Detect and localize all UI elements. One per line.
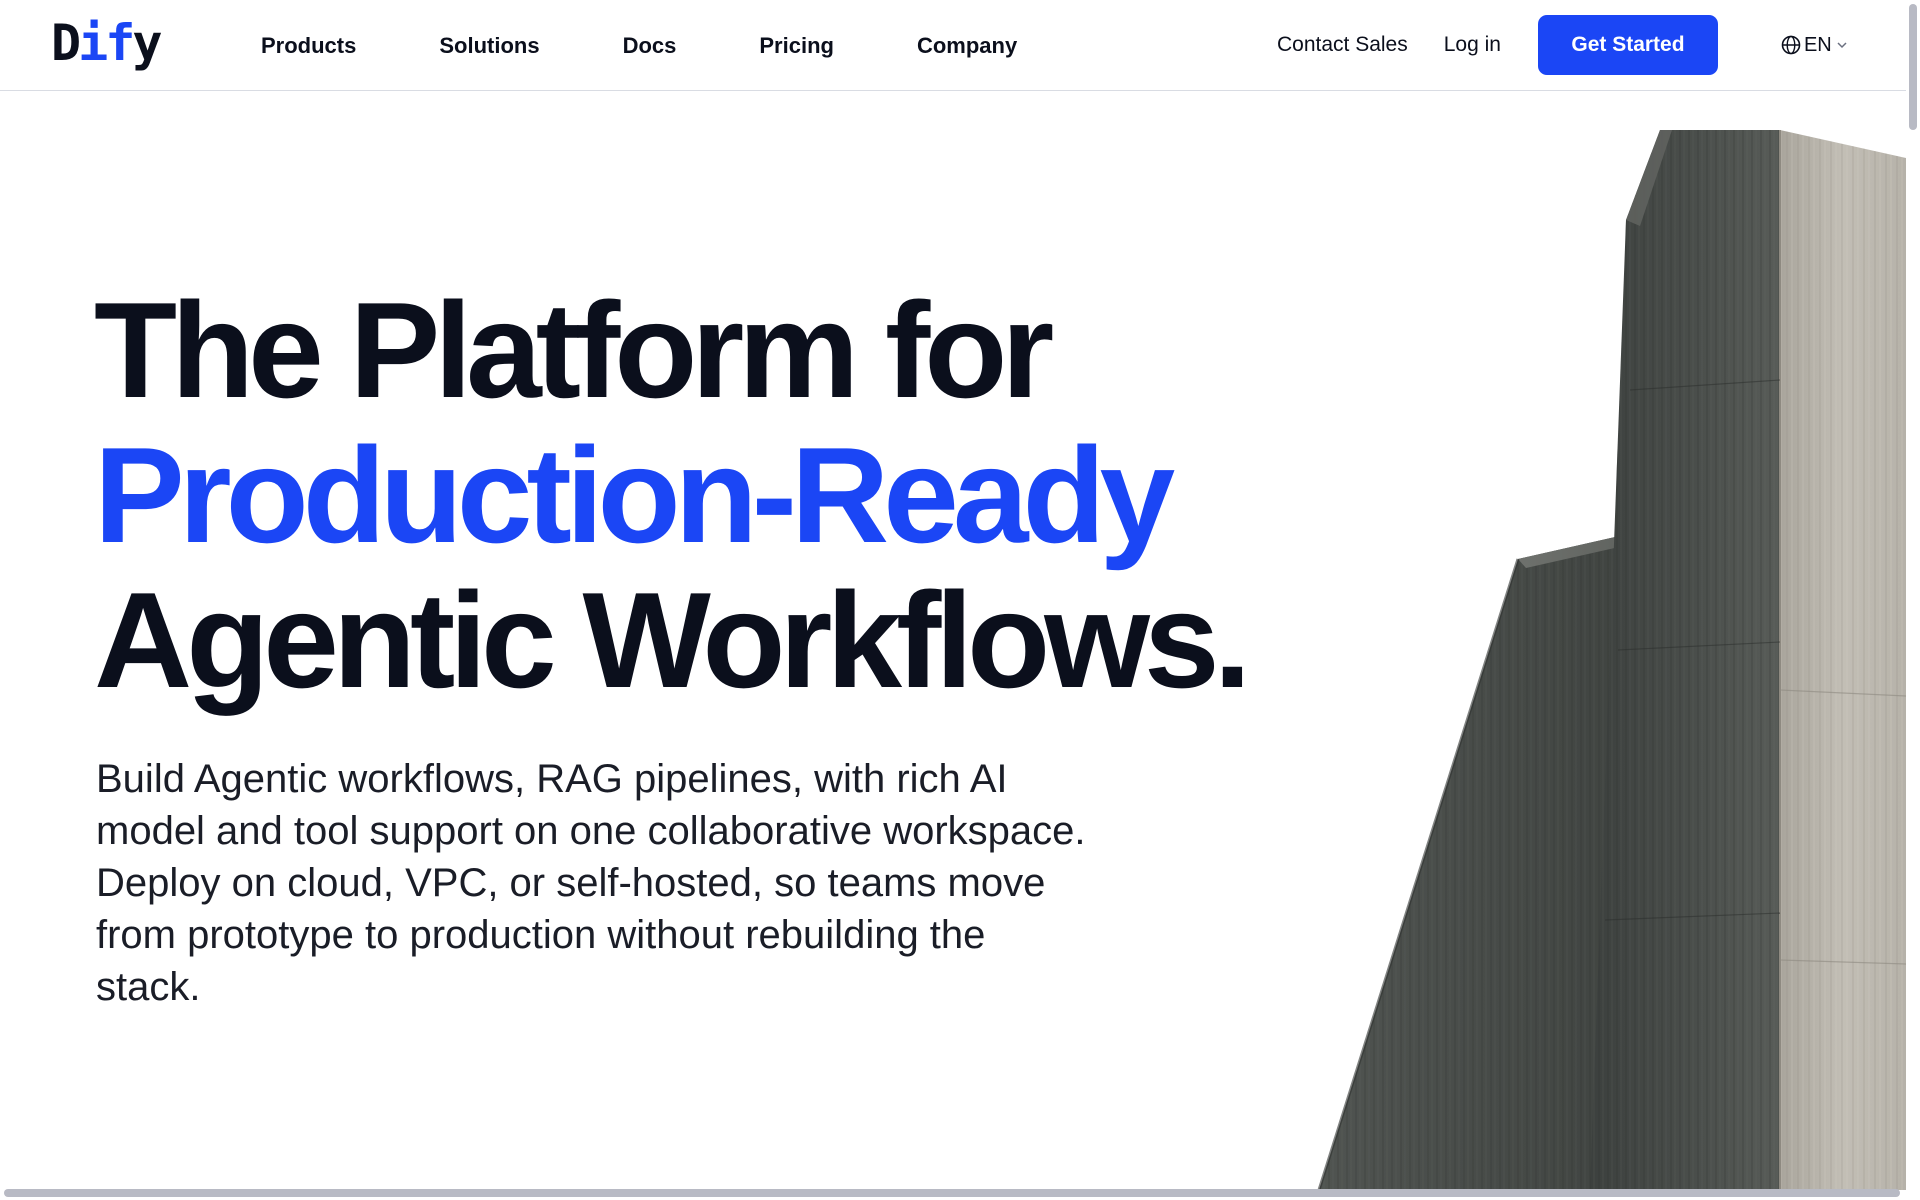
- logo-prefix: D: [51, 14, 81, 72]
- page: Dif y Products Solutions Docs Pricing Com…: [0, 0, 1920, 1200]
- nav-docs[interactable]: Docs: [623, 28, 677, 64]
- hero-title: The Platform for Production-Ready Agenti…: [94, 274, 1251, 716]
- language-label: EN: [1803, 33, 1832, 56]
- concrete-pillars-illustration: [1317, 130, 1906, 1190]
- nav-company[interactable]: Company: [917, 28, 1017, 64]
- logo-accent: if: [78, 14, 135, 72]
- nav-products[interactable]: Products: [261, 28, 356, 64]
- chevron-down-icon: [1836, 39, 1848, 51]
- language-selector[interactable]: EN: [1781, 34, 1848, 57]
- login-link[interactable]: Log in: [1444, 33, 1501, 57]
- hero-title-line-1: The Platform for: [94, 274, 1054, 426]
- hero-title-line-2: Production-Ready: [94, 419, 1175, 571]
- contact-sales-link[interactable]: Contact Sales: [1277, 33, 1408, 57]
- nav-pricing[interactable]: Pricing: [759, 28, 834, 64]
- hero-subtitle: Build Agentic workflows, RAG pipelines, …: [96, 757, 1086, 1009]
- get-started-button[interactable]: Get Started: [1537, 15, 1718, 75]
- globe-icon: [1781, 35, 1801, 55]
- vertical-scrollbar[interactable]: [1906, 0, 1920, 1200]
- vertical-scrollbar-thumb[interactable]: [1909, 4, 1917, 130]
- dify-logo[interactable]: Dif y: [51, 13, 162, 73]
- logo-suffix: y: [132, 14, 162, 72]
- top-navigation-bar: Dif y Products Solutions Docs Pricing Com…: [0, 0, 1906, 91]
- main-nav: Products Solutions Docs Pricing Company: [261, 28, 1017, 64]
- horizontal-scrollbar-thumb[interactable]: [4, 1189, 1900, 1197]
- nav-solutions[interactable]: Solutions: [439, 28, 539, 64]
- header-actions: Contact Sales Log in Get Started EN: [1277, 15, 1848, 75]
- hero-title-line-3: Agentic Workflows.: [94, 564, 1251, 716]
